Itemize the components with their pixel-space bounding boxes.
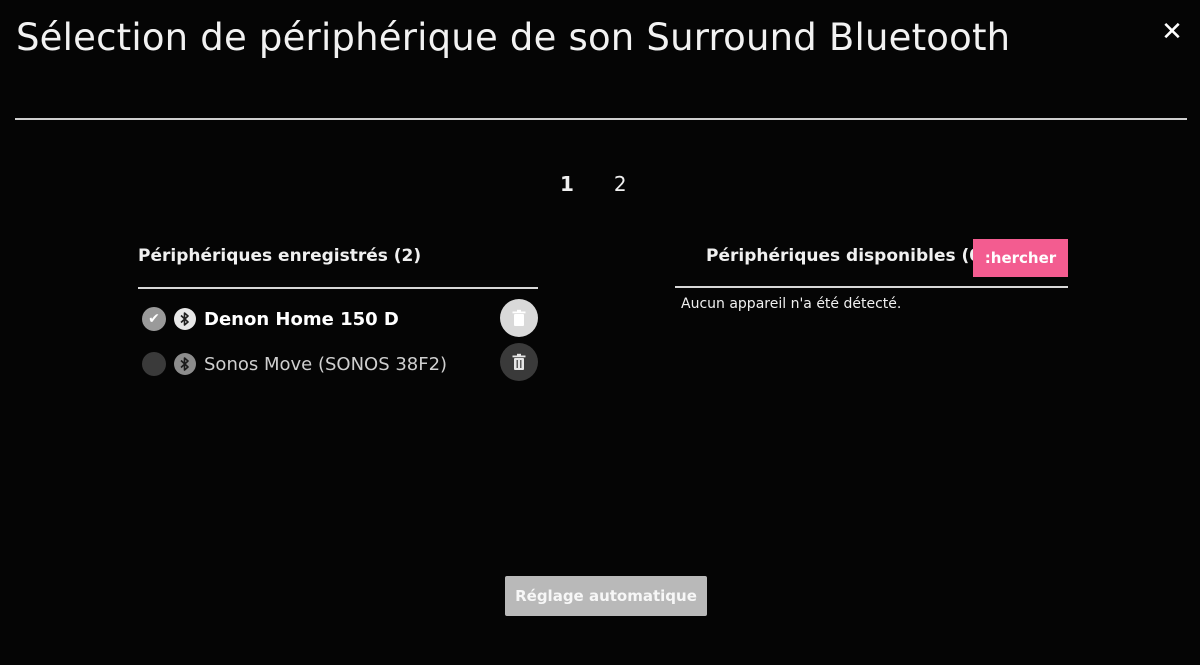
close-icon[interactable]: ✕ (1156, 16, 1188, 48)
title-divider (15, 118, 1187, 120)
check-icon[interactable] (142, 352, 166, 376)
bluetooth-icon (174, 353, 196, 375)
registered-divider (138, 287, 538, 289)
registered-device-denon[interactable]: ✔ Denon Home 150 D (142, 301, 399, 337)
registered-device-sonos[interactable]: Sonos Move (SONOS 38F2) (142, 346, 447, 382)
registered-devices-header: Périphériques enregistrés (2) (138, 246, 422, 266)
screen: Sélection de périphérique de son Surroun… (0, 0, 1200, 665)
pager: 1 2 (560, 172, 627, 196)
trash-icon[interactable] (500, 343, 538, 381)
device-name: Denon Home 150 D (204, 308, 399, 330)
available-devices-header: Périphériques disponibles (0) (706, 246, 989, 266)
trash-icon[interactable] (500, 299, 538, 337)
no-device-message: Aucun appareil n'a été détecté. (681, 296, 902, 312)
bluetooth-icon (174, 308, 196, 330)
available-divider (675, 286, 1068, 288)
device-name: Sonos Move (SONOS 38F2) (204, 353, 448, 375)
page-title: Sélection de périphérique de son Surroun… (16, 16, 1011, 59)
page-2-button[interactable]: 2 (614, 172, 627, 196)
page-1-button[interactable]: 1 (560, 172, 574, 196)
auto-setup-button[interactable]: Réglage automatique (505, 576, 707, 616)
search-button[interactable]: :hercher (973, 239, 1068, 277)
check-icon[interactable]: ✔ (142, 307, 166, 331)
